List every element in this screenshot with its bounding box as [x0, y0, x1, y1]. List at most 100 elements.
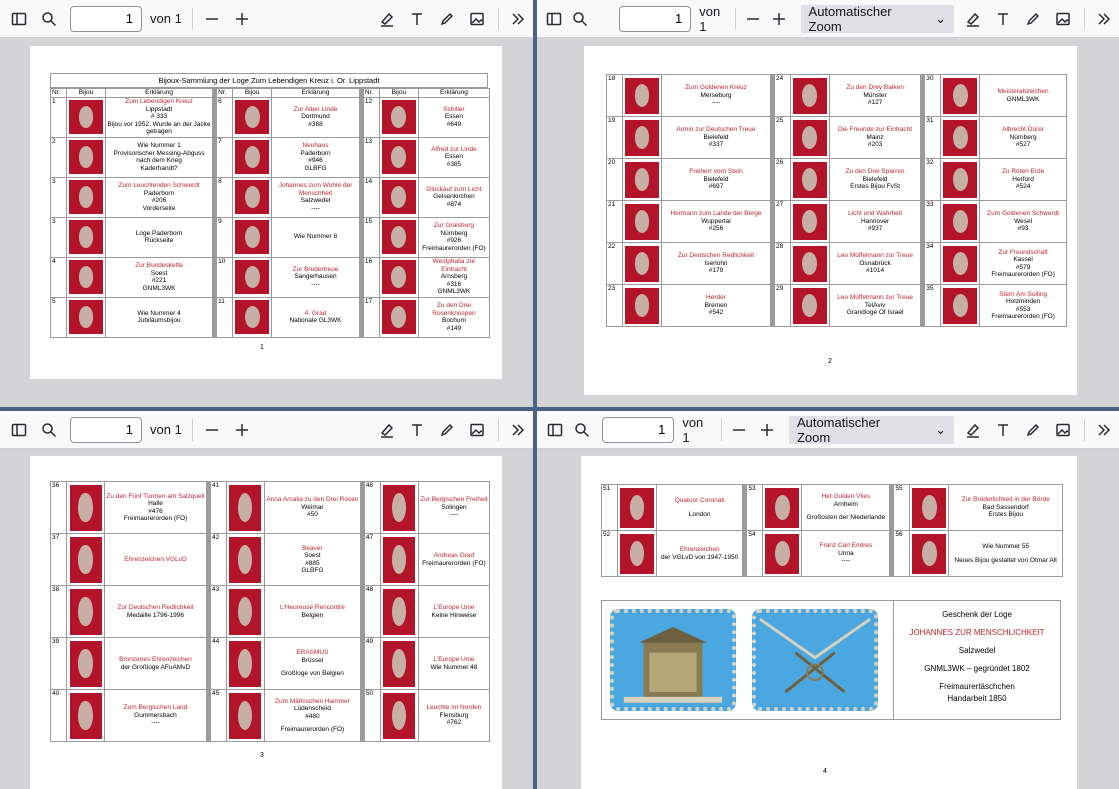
entry-line: #874 [446, 200, 462, 208]
image-icon[interactable] [466, 419, 488, 441]
sidebar-toggle-icon[interactable] [545, 8, 563, 30]
entry-line: #385 [446, 160, 462, 168]
draw-icon[interactable] [1022, 8, 1044, 30]
sidebar-toggle-icon[interactable] [8, 419, 30, 441]
entry-line: Gummersbach [134, 711, 177, 719]
table-row: 20 Freiherr vom Stein Bielefeld #697 26 Zu de… [606, 158, 1067, 201]
entry-line: ---- [841, 557, 851, 565]
entry-line: Freimaurerorden (FO) [123, 515, 188, 522]
more-tools-icon[interactable] [507, 8, 529, 30]
entry-line: #579 [1015, 263, 1031, 271]
entry-number: 4 [50, 256, 67, 298]
entry-description: Wie Nummer 8 [271, 216, 360, 258]
entry-number: 3 [50, 216, 67, 258]
catalog-table: 18 Zum Goldenen Kreuz Merseburg ---- 24 Zu de… [606, 74, 1067, 327]
search-icon[interactable] [571, 8, 589, 30]
sidebar-toggle-icon[interactable] [8, 8, 30, 30]
draw-icon[interactable] [436, 8, 458, 30]
text-tool-icon[interactable] [406, 8, 428, 30]
highlight-icon[interactable] [376, 8, 398, 30]
bijou-photo [381, 220, 416, 254]
entry-line: GNML3WK [1006, 95, 1040, 103]
entry-number: 52 [601, 530, 618, 577]
entry-description: Leuchte im Norden Flensburg #762 [417, 689, 491, 742]
entry-line: Jubiläumsbijou [137, 317, 181, 324]
entry-description: L'Europe Unie Wie Nummer 48 [417, 637, 491, 690]
table-row: 22 Zur Deutschen Redlichkeit Iserlohn #179 2… [606, 242, 1067, 285]
entry-number: 49 [363, 637, 381, 690]
entry-description: Neuhaus Paderborn #946 GLBFG [271, 136, 360, 178]
bijou-photo [69, 640, 102, 687]
bijou-photo-cell [232, 216, 273, 258]
highlight-icon[interactable] [962, 419, 984, 441]
highlight-icon[interactable] [962, 8, 984, 30]
entry-line: Belgien [301, 611, 324, 619]
bijou-photo [235, 300, 270, 334]
zoom-in-icon[interactable] [757, 419, 777, 441]
draw-icon[interactable] [1022, 419, 1044, 441]
gift-line-1: Geschenk der Loge [942, 610, 1012, 619]
image-icon[interactable] [1052, 419, 1074, 441]
entry-line: Paderborn [300, 149, 331, 157]
text-tool-icon[interactable] [406, 419, 428, 441]
bijou-photo [912, 487, 947, 528]
entry-number: 21 [606, 200, 623, 243]
entry-line: Neues Bijou gestaltet von Otmar Alt [954, 556, 1057, 564]
entry-line: Grandloge Of Israel [846, 309, 904, 317]
highlight-icon[interactable] [376, 419, 398, 441]
gift-line-6: Handarbeit 1850 [947, 694, 1007, 703]
page-number-input[interactable] [602, 416, 675, 443]
zoom-out-icon[interactable] [744, 8, 762, 30]
entry-number: 23 [606, 284, 623, 327]
table-row: 18 Zum Goldenen Kreuz Merseburg ---- 24 Zu de… [606, 74, 1067, 117]
lodge-name: Westphalia zur Eintracht [432, 258, 476, 273]
page-number-input[interactable] [619, 5, 692, 32]
entry-description: Zur Bundeskette Soest #221 GNML3WK [104, 256, 214, 298]
zoom-out-icon[interactable] [201, 419, 223, 441]
entry-line: Erstes Bijou [988, 511, 1024, 519]
entry-number: 35 [924, 284, 942, 327]
search-icon[interactable] [38, 8, 60, 30]
page-number-input[interactable] [70, 5, 142, 32]
zoom-select[interactable]: Automatischer Zoom ⌄ [788, 415, 954, 445]
sidebar-toggle-icon[interactable] [545, 419, 565, 441]
entry-line: Bielefeld [862, 175, 888, 183]
more-tools-icon[interactable] [507, 419, 529, 441]
bijou-photo-cell [379, 481, 419, 534]
zoom-in-icon[interactable] [770, 8, 788, 30]
entry-line: Wesel [1014, 217, 1033, 225]
entry-description: Zur Bergischen Freiheit Solingen ---- [417, 481, 491, 534]
image-icon[interactable] [1052, 8, 1074, 30]
entry-line: ---- [711, 99, 721, 107]
zoom-in-icon[interactable] [231, 419, 253, 441]
entry-description: 4. Grad Nationale GL3WK [271, 296, 360, 338]
entry-number: 24 [773, 74, 791, 117]
zoom-out-icon[interactable] [730, 419, 750, 441]
entry-line: Bad Sassendorf [982, 503, 1029, 511]
entry-line: Herford [1012, 175, 1034, 183]
image-icon[interactable] [466, 8, 488, 30]
lodge-name: Zur Freundschaft [998, 248, 1048, 256]
zoom-select[interactable]: Automatischer Zoom ⌄ [800, 4, 954, 34]
lodge-name: Leo Müffelmann zur Treue [837, 252, 913, 260]
bijou-photo [912, 533, 947, 574]
entry-number: 53 [746, 484, 764, 531]
more-tools-icon[interactable] [1093, 8, 1115, 30]
entry-description: Beaver Soest #885 GLBFG [263, 533, 361, 586]
page-number-input[interactable] [70, 416, 142, 443]
entry-number: 27 [773, 200, 791, 243]
table-row: 37 Ehrenzeichen VGLvD 42 Beaver Soest #885 GLB… [50, 533, 491, 586]
more-tools-icon[interactable] [1093, 419, 1115, 441]
text-tool-icon[interactable] [992, 419, 1014, 441]
search-icon[interactable] [573, 419, 593, 441]
draw-icon[interactable] [436, 419, 458, 441]
lodge-name: Alfred zur Linde [431, 145, 477, 153]
search-icon[interactable] [38, 419, 60, 441]
entry-number: 43 [209, 585, 227, 638]
zoom-in-icon[interactable] [231, 8, 253, 30]
zoom-out-icon[interactable] [201, 8, 223, 30]
toolbar-divider [191, 418, 193, 441]
entry-line: GLBFG [304, 164, 327, 172]
col-header-nr: Nr. [50, 88, 67, 98]
text-tool-icon[interactable] [992, 8, 1014, 30]
